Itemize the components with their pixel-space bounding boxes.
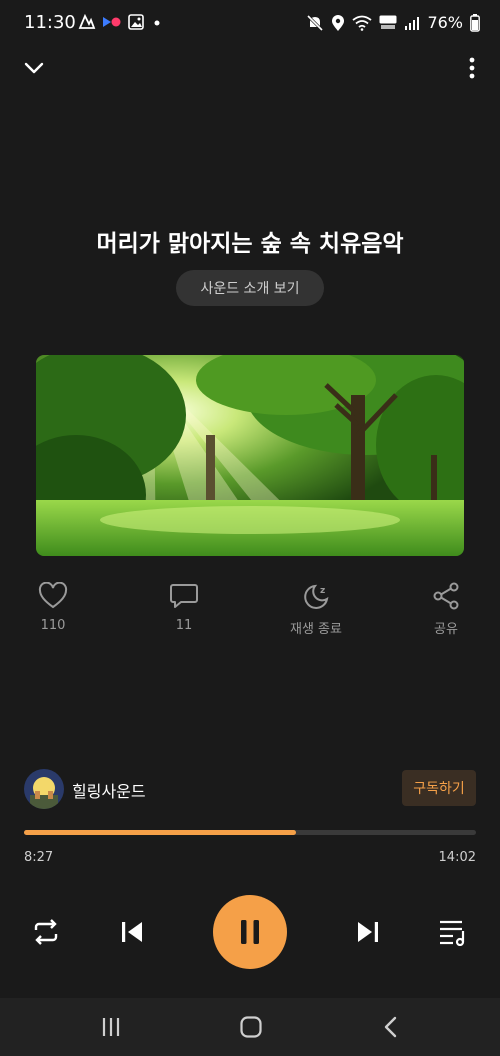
- album-artwork: [36, 355, 464, 556]
- share-icon: [433, 582, 459, 610]
- repeat-icon: [34, 919, 58, 945]
- system-nav-bar: [0, 998, 500, 1056]
- back-icon: [384, 1016, 397, 1038]
- battery-icon: [470, 13, 480, 32]
- next-icon: [358, 922, 378, 942]
- like-button[interactable]: 110: [13, 582, 93, 633]
- sound-intro-button[interactable]: 사운드 소개 보기: [176, 270, 324, 306]
- sleep-timer-icon: z: [304, 584, 329, 609]
- playlist-icon: [440, 920, 465, 946]
- more-vertical-icon: [469, 57, 475, 79]
- action-row: 110 11 z 재생 종료 공유: [0, 582, 500, 642]
- recent-apps-button[interactable]: [98, 1014, 124, 1040]
- current-time: 8:27: [24, 850, 54, 865]
- share-label: 공유: [434, 622, 458, 637]
- share-button[interactable]: 공유: [406, 582, 486, 637]
- gallery-icon: [128, 14, 144, 30]
- avatar-image: [24, 769, 64, 809]
- video-icon: [103, 17, 121, 27]
- recent-apps-icon: [102, 1018, 120, 1036]
- signal-icon: [405, 16, 420, 30]
- pause-button[interactable]: [213, 895, 287, 969]
- back-button[interactable]: [378, 1014, 404, 1040]
- previous-button[interactable]: [116, 916, 148, 948]
- heart-icon: [38, 582, 68, 609]
- status-right-icons: 76%: [306, 13, 480, 32]
- status-bar: 11:30 76%: [0, 0, 500, 46]
- progress-bar[interactable]: [24, 830, 476, 835]
- more-options-button[interactable]: [466, 56, 478, 80]
- dot-icon: [154, 20, 160, 26]
- forest-sunlight-image: [36, 355, 464, 556]
- comment-icon: [170, 584, 198, 608]
- mute-icon: [307, 14, 324, 31]
- channel-avatar[interactable]: [24, 769, 64, 809]
- next-button[interactable]: [352, 916, 384, 948]
- like-count: 110: [40, 618, 66, 633]
- player-screen: 11:30 76% 머리가 맑아지는 숲 속 치유음악 사운드 소개 보기 11…: [0, 0, 500, 1056]
- progress-fill: [24, 830, 297, 835]
- chevron-down-icon: [24, 62, 44, 74]
- nfc-icon: [78, 14, 96, 29]
- home-icon: [240, 1016, 262, 1038]
- pause-icon: [241, 920, 259, 944]
- location-icon: [332, 14, 345, 31]
- channel-name[interactable]: 힐링사운드: [72, 778, 146, 802]
- track-title: 머리가 맑아지는 숲 속 치유음악: [96, 231, 404, 257]
- hd-voice-icon: [379, 15, 397, 29]
- battery-percent: 76%: [427, 13, 463, 32]
- status-time: 11:30: [24, 12, 76, 33]
- svg-text:z: z: [320, 586, 325, 596]
- comment-button[interactable]: 11: [144, 582, 224, 633]
- previous-icon: [122, 922, 142, 942]
- subscribe-button[interactable]: 구독하기: [402, 770, 476, 806]
- wifi-icon: [352, 15, 372, 31]
- playlist-button[interactable]: [436, 916, 470, 948]
- comment-count: 11: [175, 618, 193, 633]
- sleep-timer-label: 재생 종료: [290, 622, 342, 637]
- collapse-button[interactable]: [22, 56, 46, 80]
- status-left-icons: [78, 14, 164, 30]
- sleep-timer-button[interactable]: z 재생 종료: [276, 582, 356, 637]
- repeat-button[interactable]: [30, 916, 62, 948]
- home-button[interactable]: [238, 1014, 264, 1040]
- total-time: 14:02: [438, 850, 476, 865]
